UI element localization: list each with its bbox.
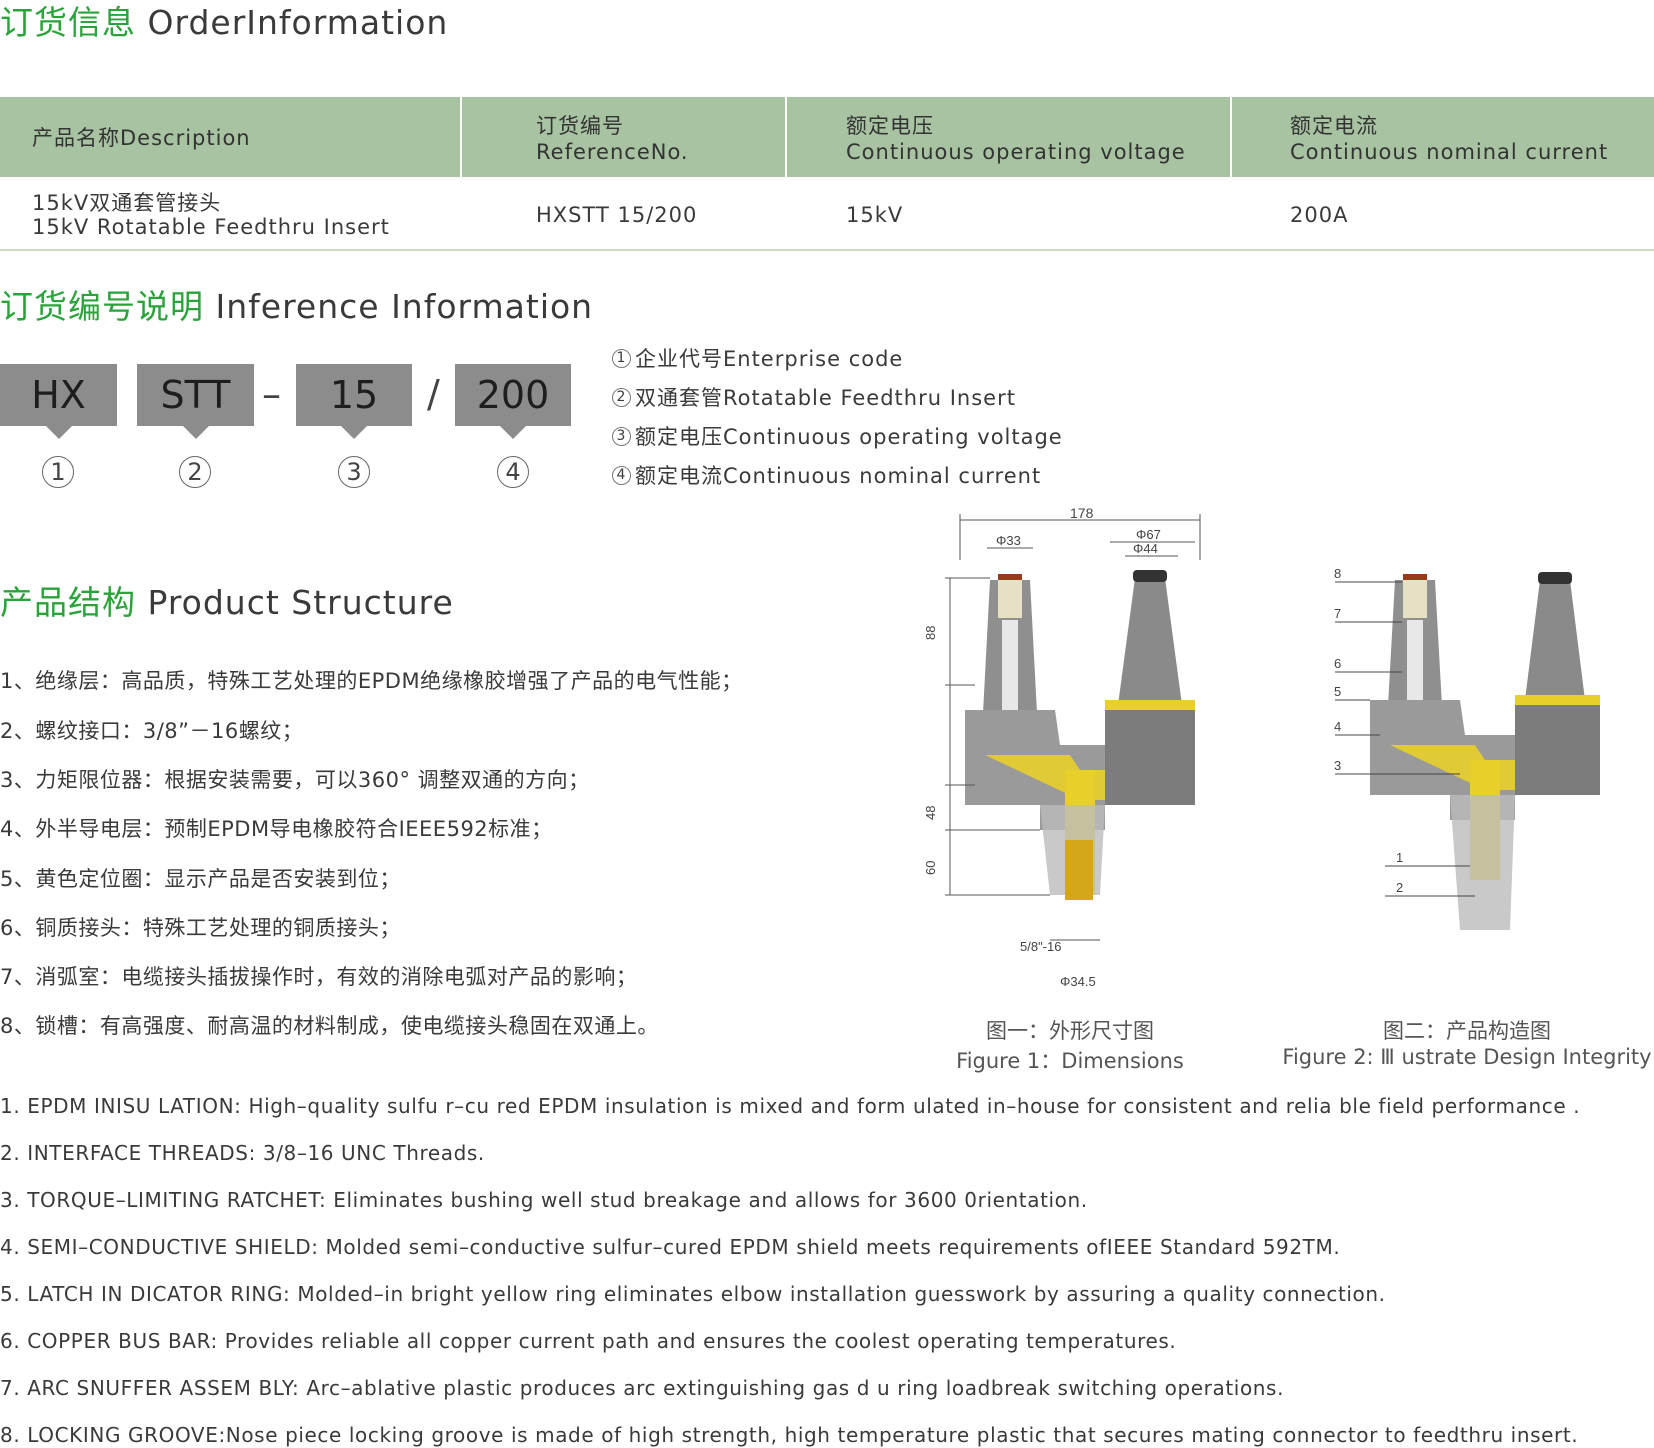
row-reference: HXSTT 15/200 bbox=[536, 203, 698, 227]
inference-title-cn: 订货编号说明 bbox=[0, 287, 204, 326]
structure-figure: 8 7 6 5 4 3 1 2 bbox=[1334, 566, 1600, 930]
structure-item-en-3: 3. TORQUE–LIMITING RATCHET: Eliminates b… bbox=[0, 1188, 1088, 1212]
legend-item-1: 1 企业代号Enterprise code bbox=[612, 343, 903, 373]
svg-text:5: 5 bbox=[1334, 684, 1341, 699]
code-number-1: 1 bbox=[42, 456, 74, 488]
svg-text:Φ67: Φ67 bbox=[1136, 527, 1161, 542]
svg-text:8: 8 bbox=[1334, 566, 1341, 581]
structure-item-en-2: 2. INTERFACE THREADS: 3/8–16 UNC Threads… bbox=[0, 1141, 485, 1165]
structure-item-cn-7: 7、消弧室：电缆接头插拔操作时，有效的消除电弧对产品的影响； bbox=[0, 965, 638, 989]
svg-text:6: 6 bbox=[1334, 656, 1341, 671]
code-separator-slash: / bbox=[427, 372, 440, 416]
structure-item-en-4: 4. SEMI–CONDUCTIVE SHIELD: Molded semi–c… bbox=[0, 1235, 1341, 1259]
structure-item-cn-8: 8、锁槽：有高强度、耐高温的材料制成，使电缆接头稳固在双通上。 bbox=[0, 1014, 659, 1038]
structure-title-cn: 产品结构 bbox=[0, 583, 136, 622]
svg-text:3: 3 bbox=[1334, 758, 1341, 773]
svg-text:1: 1 bbox=[1396, 850, 1403, 865]
svg-text:Φ44: Φ44 bbox=[1133, 541, 1158, 556]
inference-section-title: 订货编号说明 Inference Information bbox=[0, 280, 593, 328]
legend-item-2: 2 双通套管Rotatable Feedthru Insert bbox=[612, 382, 1016, 412]
code-box-type: STT bbox=[137, 364, 254, 439]
svg-text:48: 48 bbox=[923, 806, 938, 820]
row-description: 15kV双通套管接头 15kV Rotatable Feedthru Inser… bbox=[32, 191, 390, 239]
header-reference: 订货编号 ReferenceNo. bbox=[536, 114, 689, 164]
legend-item-3: 3 额定电压Continuous operating voltage bbox=[612, 421, 1063, 451]
order-table-row: 15kV双通套管接头 15kV Rotatable Feedthru Inser… bbox=[0, 177, 1654, 250]
svg-text:7: 7 bbox=[1334, 606, 1341, 621]
structure-item-en-1: 1. EPDM INISU LATION: High–quality sulfu… bbox=[0, 1094, 1581, 1118]
structure-item-cn-3: 3、力矩限位器：根据安装需要，可以360° 调整双通的方向； bbox=[0, 768, 590, 792]
header-description: 产品名称Description bbox=[32, 126, 251, 150]
structure-item-en-5: 5. LATCH IN DICATOR RING: Molded–in brig… bbox=[0, 1282, 1386, 1306]
svg-text:Φ33: Φ33 bbox=[996, 533, 1021, 548]
svg-text:5/8"-16: 5/8"-16 bbox=[1020, 939, 1061, 954]
order-table-header: 产品名称Description 订货编号 ReferenceNo. 额定电压 C… bbox=[0, 97, 1654, 177]
dimensions-figure: 178 Φ33 Φ67 Φ44 88 48 60 5/8"-16 Φ34.5 bbox=[920, 500, 1220, 1000]
row-current: 200A bbox=[1290, 203, 1349, 227]
inference-title-en: Inference Information bbox=[215, 287, 594, 326]
code-separator-dash: – bbox=[262, 372, 281, 416]
table-bottom-rule bbox=[0, 249, 1654, 251]
code-number-3: 3 bbox=[338, 456, 370, 488]
order-title-cn: 订货信息 bbox=[0, 3, 136, 42]
header-voltage: 额定电压 Continuous operating voltage bbox=[846, 114, 1186, 164]
code-number-4: 4 bbox=[497, 456, 529, 488]
order-section-title: 订货信息 OrderInformation bbox=[0, 0, 448, 44]
figure1-caption: 图一：外形尺寸图 Figure 1：Dimensions bbox=[956, 1019, 1184, 1073]
structure-title-en: Product Structure bbox=[147, 583, 454, 622]
code-box-enterprise: HX bbox=[0, 364, 117, 439]
code-number-2: 2 bbox=[179, 456, 211, 488]
svg-text:178: 178 bbox=[1070, 505, 1094, 521]
structure-item-cn-5: 5、黄色定位圈：显示产品是否安装到位； bbox=[0, 867, 401, 891]
legend-item-4: 4 额定电流Continuous nominal current bbox=[612, 460, 1041, 490]
structure-section-title: 产品结构 Product Structure bbox=[0, 576, 454, 624]
code-box-voltage: 15 bbox=[296, 364, 412, 439]
svg-text:Φ34.5: Φ34.5 bbox=[1060, 974, 1096, 989]
structure-item-en-7: 7. ARC SNUFFER ASSEM BLY: Arc–ablative p… bbox=[0, 1376, 1285, 1400]
svg-text:4: 4 bbox=[1334, 719, 1341, 734]
structure-item-en-6: 6. COPPER BUS BAR: Provides reliable all… bbox=[0, 1329, 1177, 1353]
structure-item-cn-2: 2、螺纹接口：3/8”－16螺纹； bbox=[0, 719, 304, 743]
structure-item-cn-1: 1、绝缘层：高品质，特殊工艺处理的EPDM绝缘橡胶增强了产品的电气性能； bbox=[0, 669, 743, 693]
structure-item-en-8: 8. LOCKING GROOVE:Nose piece locking gro… bbox=[0, 1423, 1579, 1447]
figure2-caption: 图二：产品构造图 Figure 2: Ⅲ ustrate Design Inte… bbox=[1282, 1019, 1652, 1069]
header-current: 额定电流 Continuous nominal current bbox=[1290, 114, 1609, 164]
structure-item-cn-4: 4、外半导电层：预制EPDM导电橡胶符合IEEE592标准； bbox=[0, 817, 553, 841]
svg-text:60: 60 bbox=[923, 861, 938, 875]
row-voltage: 15kV bbox=[846, 203, 904, 227]
order-title-en: OrderInformation bbox=[147, 3, 449, 42]
code-box-current: 200 bbox=[455, 364, 571, 439]
structure-item-cn-6: 6、铜质接头：特殊工艺处理的铜质接头； bbox=[0, 916, 401, 940]
svg-text:88: 88 bbox=[923, 626, 938, 640]
svg-text:2: 2 bbox=[1396, 880, 1403, 895]
